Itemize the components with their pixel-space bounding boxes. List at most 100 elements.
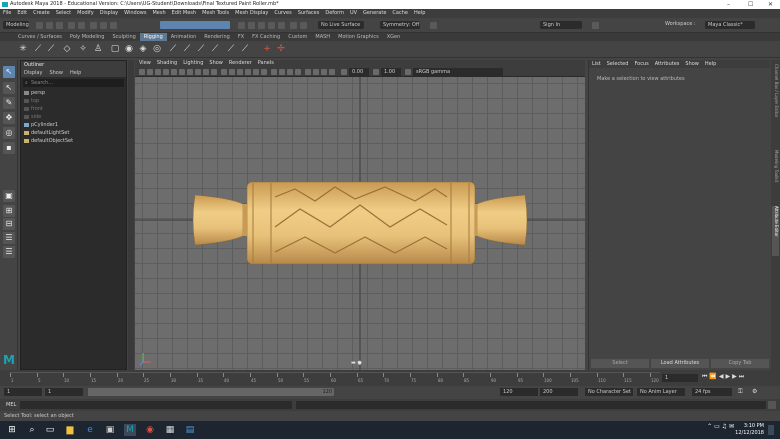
rotate-tool-icon[interactable]: ◎ xyxy=(3,127,15,139)
open-scene-icon[interactable] xyxy=(46,22,53,29)
viewport-menu-renderer[interactable]: Renderer xyxy=(229,60,252,66)
exposure-field[interactable]: 0.00 xyxy=(349,68,369,76)
camera-attributes-icon[interactable] xyxy=(139,69,145,75)
attr-menu-attributes[interactable]: Attributes xyxy=(655,61,680,67)
menu-edit-mesh[interactable]: Edit Mesh xyxy=(172,9,196,18)
outliner-search-input[interactable]: ⌕ Search... xyxy=(23,79,124,87)
ipr-render-icon[interactable] xyxy=(290,22,297,29)
mel-label[interactable]: MEL xyxy=(6,401,16,409)
depth-of-field-icon[interactable] xyxy=(295,69,301,75)
snap-grid-icon[interactable] xyxy=(238,22,245,29)
layout-persp-outliner-icon[interactable]: ⊟ xyxy=(3,218,15,230)
viewport-3d[interactable]: ▬ ● xyxy=(135,77,585,370)
menu-create[interactable]: Create xyxy=(33,9,50,18)
edge-browser-icon[interactable]: e xyxy=(84,424,96,436)
layout-hypershade-icon[interactable]: ☰ xyxy=(3,246,15,258)
menu-curves[interactable]: Curves xyxy=(274,9,291,18)
menu-uv[interactable]: UV xyxy=(350,9,357,18)
menu-edit[interactable]: Edit xyxy=(17,9,27,18)
script-editor-icon[interactable] xyxy=(768,401,776,409)
screen-space-ao-icon[interactable] xyxy=(271,69,277,75)
attr-menu-selected[interactable]: Selected xyxy=(607,61,629,67)
render-frame-icon[interactable] xyxy=(278,22,285,29)
outliner-menu-help[interactable]: Help xyxy=(70,70,81,76)
shelf-tab-xgen[interactable]: XGen xyxy=(383,33,405,41)
anim-prefs-icon[interactable]: ⚙ xyxy=(752,388,757,395)
safe-title-icon[interactable] xyxy=(211,69,217,75)
shelf-tab-animation[interactable]: Animation xyxy=(167,33,201,41)
textured-icon[interactable] xyxy=(245,69,251,75)
outliner-item-persp[interactable]: persp xyxy=(21,89,126,97)
media-player-icon[interactable]: ▦ xyxy=(164,424,176,436)
chrome-icon[interactable]: ◉ xyxy=(144,424,156,436)
tab-channel-box-layer-editor[interactable]: Channel Box / Layer Editor xyxy=(772,64,779,144)
store-icon[interactable]: ▣ xyxy=(104,424,116,436)
shelf-tab-custom[interactable]: Custom xyxy=(284,33,311,41)
outliner-item-front[interactable]: front xyxy=(21,105,126,113)
animation-start-field[interactable]: 1 xyxy=(4,388,42,396)
live-surface-field[interactable]: No Live Surface xyxy=(318,21,364,29)
auto-key-icon[interactable]: ⚿ xyxy=(738,388,743,396)
shelf-tab-sculpting[interactable]: Sculpting xyxy=(108,33,139,41)
menu-windows[interactable]: Windows xyxy=(124,9,146,18)
select-object-icon[interactable] xyxy=(100,22,107,29)
go-to-end-icon[interactable]: ⏭ xyxy=(739,373,746,380)
sign-in-button[interactable]: Sign In xyxy=(540,21,582,29)
new-scene-icon[interactable] xyxy=(36,22,43,29)
render-settings-icon[interactable] xyxy=(300,22,307,29)
range-bar[interactable]: 120 xyxy=(88,388,334,396)
outliner-item-top[interactable]: top xyxy=(21,97,126,105)
playback-end-field[interactable]: 120 xyxy=(500,388,538,396)
outliner-scrollbar[interactable] xyxy=(128,60,134,370)
snap-view-plane-icon[interactable] xyxy=(268,22,275,29)
four-view-icon[interactable]: ⊞ xyxy=(3,205,15,217)
layout-graph-icon[interactable]: ☰ xyxy=(3,232,15,244)
outliner-item-side[interactable]: side xyxy=(21,113,126,121)
attr-menu-list[interactable]: List xyxy=(592,61,601,67)
image-plane-icon[interactable] xyxy=(155,69,161,75)
viewport-menu-lighting[interactable]: Lighting xyxy=(183,60,203,66)
step-forward-frame-icon[interactable]: ▶ xyxy=(732,373,739,380)
snap-curve-icon[interactable] xyxy=(248,22,255,29)
viewport-menu-view[interactable]: View xyxy=(139,60,151,66)
joint-tool-icon[interactable]: ✳ xyxy=(18,44,28,54)
shelf-tab-curves-surfaces[interactable]: Curves / Surfaces xyxy=(14,33,66,41)
quick-rig-icon[interactable]: ♙ xyxy=(93,44,103,54)
mode-dropdown[interactable]: Modeling xyxy=(3,21,29,29)
menu-surfaces[interactable]: Surfaces xyxy=(298,9,320,18)
aim-constraint-icon[interactable]: ⟋ xyxy=(240,44,250,54)
smooth-shade-icon[interactable] xyxy=(229,69,235,75)
close-icon[interactable]: ✕ xyxy=(768,0,773,9)
outliner-menu-display[interactable]: Display xyxy=(24,70,42,76)
humanik-icon[interactable]: ✧ xyxy=(78,44,88,54)
select-tool-icon[interactable]: ↖ xyxy=(3,66,15,78)
xray-joints-icon[interactable] xyxy=(321,69,327,75)
soft-mod-icon[interactable]: ⟋ xyxy=(196,44,206,54)
exposure-icon[interactable] xyxy=(341,69,347,75)
undo-icon[interactable] xyxy=(68,22,75,29)
attr-menu-help[interactable]: Help xyxy=(705,61,716,67)
shelf-tab-rigging[interactable]: Rigging xyxy=(139,33,167,41)
tab-attribute-editor[interactable]: Attribute Editor xyxy=(772,206,779,256)
gate-mask-icon[interactable] xyxy=(187,69,193,75)
select-hierarchy-icon[interactable] xyxy=(90,22,97,29)
anim-layer-dropdown[interactable]: No Anim Layer xyxy=(637,388,685,396)
task-view-icon[interactable]: ▭ xyxy=(44,424,56,436)
paint-roller-model[interactable] xyxy=(192,181,528,265)
selection-mask-bar[interactable] xyxy=(160,21,230,29)
camera-bookmark-icon[interactable] xyxy=(147,69,153,75)
lattice-icon[interactable]: ◉ xyxy=(124,44,134,54)
single-view-icon[interactable]: ▣ xyxy=(3,190,15,202)
mel-input[interactable] xyxy=(20,401,292,409)
xray-icon[interactable] xyxy=(313,69,319,75)
save-scene-icon[interactable] xyxy=(56,22,63,29)
point-constraint-icon[interactable]: ⟋ xyxy=(226,44,236,54)
attr-menu-show[interactable]: Show xyxy=(685,61,699,67)
step-back-frame-icon[interactable]: ◀ xyxy=(719,373,726,380)
gamma-field[interactable]: 1.00 xyxy=(381,68,401,76)
menu-select[interactable]: Select xyxy=(56,9,71,18)
use-all-lights-icon[interactable] xyxy=(253,69,259,75)
blend-shape-icon[interactable]: ◎ xyxy=(152,44,162,54)
file-explorer-icon[interactable]: ▆ xyxy=(64,424,76,436)
time-slider[interactable]: 1 5 10 15 20 25 30 35 40 45 50 55 60 65 70 75 80 85 90 95 10… xyxy=(0,370,780,386)
